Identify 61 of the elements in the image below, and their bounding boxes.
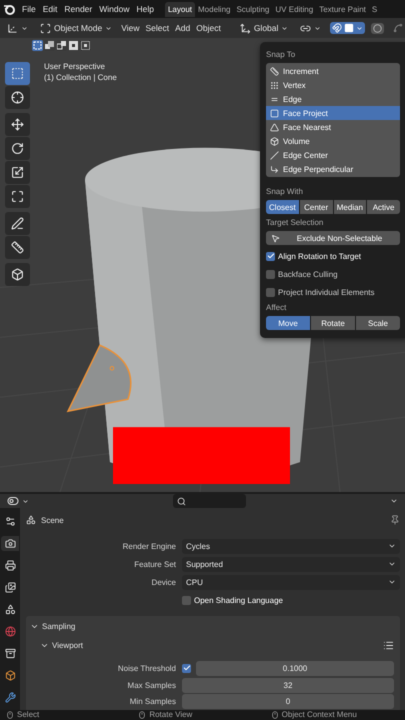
viewport-info-text: (1) Collection | Cone	[44, 73, 117, 82]
checkbox-label: Backface Culling	[278, 270, 338, 278]
mode-dropdown[interactable]: Object Mode	[37, 22, 116, 34]
number-field[interactable]: 0	[182, 694, 394, 709]
affect-option[interactable]: Scale	[356, 316, 400, 330]
snap-target-item[interactable]: Increment	[266, 64, 400, 78]
viewport-info-text: User Perspective	[44, 62, 106, 71]
snap-with-option[interactable]: Center	[300, 200, 332, 214]
panel-header[interactable]: Sampling	[30, 622, 76, 631]
snap-target-item[interactable]: Edge Center	[266, 148, 400, 162]
snap-with-option[interactable]: Active	[367, 200, 400, 214]
menu-item[interactable]: Edit	[42, 4, 58, 14]
workspace-tab[interactable]: UV Editing	[272, 2, 316, 16]
dropdown-field[interactable]: Cycles	[182, 538, 400, 554]
snap-target-item[interactable]: Face Project	[266, 106, 400, 120]
menu-item[interactable]: Select	[145, 23, 170, 33]
menu-item[interactable]: View	[121, 23, 140, 33]
snap-with-option[interactable]: Median	[334, 200, 366, 214]
affect-option[interactable]: Rotate	[311, 316, 355, 330]
field-label: Render Engine	[122, 542, 176, 550]
workspace-tab[interactable]: Texture Paint	[316, 2, 369, 16]
section-title: Affect	[266, 303, 288, 312]
workspace-tab[interactable]: Sculpting	[233, 2, 272, 16]
field-label: Device	[150, 578, 176, 586]
checkbox-label: Project Individual Elements	[278, 288, 374, 296]
menu-item[interactable]: Add	[175, 23, 190, 33]
menu-item[interactable]: File	[22, 4, 36, 14]
section-title: Snap With	[266, 187, 304, 196]
exclude-dropdown[interactable]: Exclude Non-Selectable	[266, 231, 400, 245]
snap-with-option[interactable]: Closest	[266, 200, 299, 214]
dropdown-field[interactable]: CPU	[182, 574, 400, 590]
section-title: Target Selection	[266, 218, 324, 227]
snap-target-item[interactable]: Edge	[266, 92, 400, 106]
dropdown-field[interactable]: Supported	[182, 556, 400, 572]
field-label: Noise Threshold	[116, 664, 176, 672]
field-label: Max Samples	[126, 681, 176, 690]
menu-item[interactable]: Render	[64, 4, 92, 14]
breadcrumb-text: Scene	[41, 516, 64, 524]
workspace-tab[interactable]: Layout	[164, 2, 195, 16]
section-title: Snap To	[266, 50, 296, 59]
menu-item[interactable]: Window	[99, 4, 130, 14]
snap-target-item[interactable]: Volume	[266, 134, 400, 148]
checkbox-label: Align Rotation to Target	[278, 252, 362, 260]
snap-target-item[interactable]: Edge Perpendicular	[266, 162, 400, 176]
status-hint: Select	[17, 710, 40, 720]
affect-option[interactable]: Move	[266, 316, 310, 330]
workspace-tab[interactable]: S	[368, 2, 380, 16]
menu-item[interactable]: Help	[136, 4, 154, 14]
menu-item[interactable]: Object	[196, 23, 221, 33]
snap-target-item[interactable]: Face Nearest	[266, 120, 400, 134]
status-hint: Rotate View	[149, 710, 192, 720]
status-hint: Object Context Menu	[282, 710, 357, 720]
snap-target-item[interactable]: Vertex	[266, 78, 400, 92]
orientation-dropdown[interactable]: Global	[236, 22, 292, 34]
field-label: Min Samples	[128, 697, 176, 706]
field-label: Feature Set	[133, 560, 176, 568]
workspace-tab[interactable]: Modeling	[195, 2, 234, 16]
subpanel-header[interactable]: Viewport	[40, 641, 83, 650]
checkbox-label: Open Shading Language	[194, 596, 283, 604]
number-field[interactable]: 32	[182, 678, 394, 693]
number-field[interactable]: 0.1000	[196, 660, 394, 676]
